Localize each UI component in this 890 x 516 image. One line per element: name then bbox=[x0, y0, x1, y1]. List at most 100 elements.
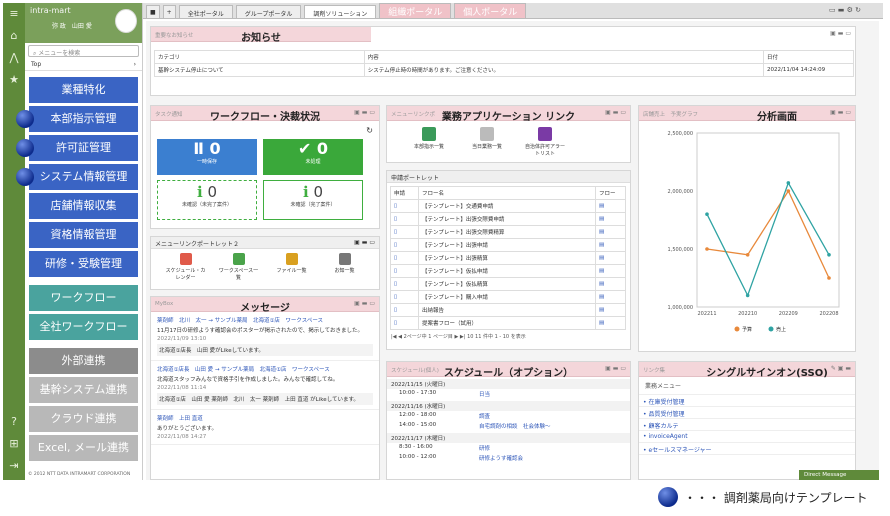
direct-message-button[interactable]: Direct Message bbox=[799, 470, 879, 480]
menu-button-5[interactable]: 資格情報管理 bbox=[29, 222, 138, 248]
temp-save-tile[interactable]: Ⅱ 0 一時保存 bbox=[157, 139, 257, 175]
menu-link-item[interactable]: スケジュール・カレンダー bbox=[164, 253, 208, 281]
menu-button-6[interactable]: 研修・受験管理 bbox=[29, 251, 138, 277]
unconfirmed-complete-tile[interactable]: ℹ 0 未確認（完了案件） bbox=[263, 180, 363, 220]
tab-org-portal[interactable]: 組織ポータル bbox=[379, 3, 452, 18]
menu-link-item[interactable]: ワークスペース一覧 bbox=[217, 253, 261, 281]
portlet-controls-icon[interactable]: ▣ ▬ ▭ bbox=[605, 365, 626, 372]
document-icon[interactable]: ▯ bbox=[394, 307, 397, 313]
menu-button-1[interactable]: 本部指示管理 bbox=[16, 106, 138, 132]
menu-button-4[interactable]: 店舗情報収集 bbox=[29, 193, 138, 219]
tab-group-portal[interactable]: グループポータル bbox=[235, 5, 302, 18]
schedule-text[interactable]: 研修ようす確認会 bbox=[479, 454, 523, 462]
menu-icon[interactable]: ≡ bbox=[3, 3, 25, 25]
portlet-controls-icon[interactable]: ▣ ▬ ▭ bbox=[354, 300, 375, 307]
menu-button-11[interactable]: クラウド連携 bbox=[29, 406, 138, 432]
flow-icon[interactable]: ▤ bbox=[599, 307, 604, 313]
apply-pager[interactable]: |◀ ◀ 2ページ中 1 ページ目 ▶ ▶| 10 11 件中 1 - 10 を… bbox=[387, 330, 630, 343]
help-icon[interactable]: ? bbox=[3, 411, 25, 433]
star-icon[interactable]: ★ bbox=[3, 69, 25, 91]
document-icon[interactable]: ▯ bbox=[394, 268, 397, 274]
flow-icon[interactable]: ▤ bbox=[599, 294, 604, 300]
flow-icon[interactable]: ▤ bbox=[599, 229, 604, 235]
avatar[interactable] bbox=[115, 9, 137, 33]
menu-link-item[interactable]: ファイル一覧 bbox=[270, 253, 314, 281]
schedule-item[interactable]: 14:00 - 15:00 自宅調剤の相談 社会体験～ bbox=[387, 421, 630, 431]
per-page-select[interactable]: 10 bbox=[467, 334, 473, 340]
table-row[interactable]: ▯ 【テンプレート】出張交際費申請 ▤ bbox=[390, 212, 626, 226]
tab-personal-portal[interactable]: 個人ポータル bbox=[454, 3, 527, 18]
tab-menu-icon[interactable]: ■ bbox=[146, 5, 160, 18]
table-row[interactable]: ▯ 【テンプレート】購入申請 ▤ bbox=[390, 290, 626, 304]
portlet-controls-icon[interactable]: ▣ ▬ ▭ bbox=[830, 109, 851, 116]
schedule-text[interactable]: 研修 bbox=[479, 444, 490, 452]
menu-button-12[interactable]: Excel, メール連携 bbox=[29, 435, 138, 461]
sso-link[interactable]: • eセールスマネージャー bbox=[639, 443, 855, 455]
sitemap-icon[interactable]: ⊞ bbox=[3, 433, 25, 455]
flow-icon[interactable]: ▤ bbox=[599, 216, 604, 222]
message-head[interactable]: 薬剤師 北川 太一 → サンプル薬局 北海道①店 ワークスペース bbox=[157, 316, 373, 324]
portlet-controls-icon[interactable]: ▣ ▬ ▭ bbox=[605, 109, 626, 116]
sso-link[interactable]: • 在庫受付管理 bbox=[639, 395, 855, 407]
table-row[interactable]: ▯ 【テンプレート】交通費申請 ▤ bbox=[390, 199, 626, 213]
portlet-controls-icon[interactable]: ▣ ▬ ▭ bbox=[830, 30, 851, 37]
document-icon[interactable]: ▯ bbox=[394, 242, 397, 248]
schedule-item[interactable]: 12:00 - 18:00 調査 bbox=[387, 411, 630, 421]
menu-button-7[interactable]: ワークフロー bbox=[29, 285, 138, 311]
sso-link[interactable]: • 顧客カルテ bbox=[639, 419, 855, 431]
flow-icon[interactable]: ▤ bbox=[599, 242, 604, 248]
flow-icon[interactable]: ▤ bbox=[599, 281, 604, 287]
table-row[interactable]: ▯ 【テンプレート】出張精算 ▤ bbox=[390, 251, 626, 265]
unconfirmed-incomplete-tile[interactable]: ℹ 0 未確認（未完了案件） bbox=[157, 180, 257, 220]
table-row[interactable]: ▯ 【テンプレート】出張申請 ▤ bbox=[390, 238, 626, 252]
schedule-text[interactable]: 自宅調剤の相談 社会体験～ bbox=[479, 422, 551, 430]
pager-next-icon[interactable]: ▶ ▶| bbox=[453, 334, 467, 340]
schedule-text[interactable]: 日当 bbox=[479, 390, 490, 398]
portlet-controls-icon[interactable]: ▣ ▬ ▭ bbox=[354, 239, 375, 246]
bizapp-item[interactable]: 当日業務一覧 bbox=[465, 125, 509, 157]
logout-icon[interactable]: ⇥ bbox=[3, 455, 25, 477]
chart-icon[interactable]: ⋀ bbox=[3, 47, 25, 69]
menu-button-9[interactable]: 外部連携 bbox=[29, 348, 138, 374]
table-row[interactable]: 基幹システム停止について システム停止時の時間があります。ご注意ください。 2022… bbox=[154, 63, 854, 77]
schedule-item[interactable]: 10:00 - 12:00 研修ようす確認会 bbox=[387, 453, 630, 463]
table-row[interactable]: ▯ 提案書フロー（試用） ▤ bbox=[390, 316, 626, 330]
menu-button-10[interactable]: 基幹システム連携 bbox=[29, 377, 138, 403]
bizapp-item[interactable]: 本部指示一覧 bbox=[407, 125, 451, 157]
bizapp-item[interactable]: 自治体許可アラートリスト bbox=[523, 125, 567, 157]
menu-button-2[interactable]: 許可証管理 bbox=[16, 135, 138, 161]
home-icon[interactable]: ⌂ bbox=[3, 25, 25, 47]
document-icon[interactable]: ▯ bbox=[394, 229, 397, 235]
tab-tools-icon[interactable]: ▭ ▬ ⚙ ↻ bbox=[829, 6, 861, 14]
sso-link[interactable]: • invoiceAgent bbox=[639, 431, 855, 443]
portlet-controls-icon[interactable]: ▣ ▬ ▭ bbox=[354, 109, 375, 116]
menu-search-input[interactable]: ⌕ メニューを検索 bbox=[28, 45, 139, 57]
schedule-item[interactable]: 8:30 - 16:00 研修 bbox=[387, 443, 630, 453]
refresh-icon[interactable]: ↻ bbox=[366, 126, 373, 135]
portlet-controls-icon[interactable]: ✎ ▣ ▬ bbox=[831, 365, 851, 372]
document-icon[interactable]: ▯ bbox=[394, 294, 397, 300]
table-row[interactable]: ▯ 【テンプレート】出張交際費精算 ▤ bbox=[390, 225, 626, 239]
document-icon[interactable]: ▯ bbox=[394, 255, 397, 261]
document-icon[interactable]: ▯ bbox=[394, 320, 397, 326]
tab-company-portal[interactable]: 全社ポータル bbox=[178, 5, 233, 18]
document-icon[interactable]: ▯ bbox=[394, 203, 397, 209]
menu-button-0[interactable]: 業種特化 bbox=[29, 77, 138, 103]
schedule-text[interactable]: 調査 bbox=[479, 412, 490, 420]
menu-button-8[interactable]: 全社ワークフロー bbox=[29, 314, 138, 340]
flow-icon[interactable]: ▤ bbox=[599, 203, 604, 209]
flow-icon[interactable]: ▤ bbox=[599, 268, 604, 274]
document-icon[interactable]: ▯ bbox=[394, 216, 397, 222]
message-head[interactable]: 薬剤師 上田 直道 bbox=[157, 414, 373, 422]
sso-link[interactable]: • 品質受付管理 bbox=[639, 407, 855, 419]
menu-button-3[interactable]: システム情報管理 bbox=[16, 164, 138, 190]
menu-link-item[interactable]: お知一覧 bbox=[323, 253, 367, 281]
table-row[interactable]: ▯ 【テンプレート】仮払精算 ▤ bbox=[390, 277, 626, 291]
pager-first-icon[interactable]: |◀ ◀ bbox=[391, 334, 404, 340]
flow-icon[interactable]: ▤ bbox=[599, 255, 604, 261]
schedule-item[interactable]: 10:00 - 17:30 日当 bbox=[387, 389, 630, 399]
message-head[interactable]: 北海道①店長 山田 愛 → サンプル薬局 北海道①店 ワークスペース bbox=[157, 365, 373, 373]
table-row[interactable]: ▯ 出納報告 ▤ bbox=[390, 303, 626, 317]
flow-icon[interactable]: ▤ bbox=[599, 320, 604, 326]
sidebar-top-nav[interactable]: Top › bbox=[25, 59, 142, 71]
